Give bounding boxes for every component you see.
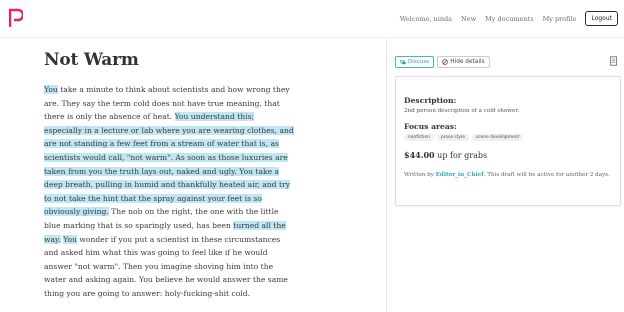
chat-bubbles-icon (400, 59, 406, 64)
top-navbar: Welcome, ninda New My documents My profi… (0, 0, 624, 38)
side-toolbar: Discuss Hide details (395, 56, 490, 68)
highlighted-text[interactable]: You understand this; especially in a lec… (44, 112, 294, 217)
highlighted-text[interactable]: You (63, 234, 77, 244)
document-icon[interactable] (609, 56, 618, 66)
column-divider (386, 38, 387, 312)
article-text: wonder if you put a scientist in these c… (44, 234, 288, 298)
author-link[interactable]: Editor_in_Chief (436, 172, 484, 178)
nav-my-documents-link[interactable]: My documents (485, 15, 533, 23)
nav-my-profile-link[interactable]: My profile (543, 15, 577, 23)
bounty-suffix: up for grabs (434, 151, 488, 160)
discuss-label: Discuss (408, 59, 430, 65)
hide-details-label: Hide details (450, 59, 485, 65)
article: Not Warm You take a minute to think abou… (44, 50, 294, 301)
hide-details-button[interactable]: Hide details (437, 56, 490, 68)
description-text: 2nd person description of a cold shower. (404, 108, 520, 114)
focus-tags: nonfiction prose style scene development (404, 134, 612, 141)
focus-tag[interactable]: scene development (471, 134, 524, 141)
focus-tag[interactable]: prose style (436, 134, 469, 141)
brand-logo-icon[interactable] (9, 8, 23, 28)
nav-new-link[interactable]: New (461, 15, 476, 23)
article-title: Not Warm (44, 50, 139, 70)
discuss-button[interactable]: Discuss (395, 56, 435, 68)
written-by: Written by Editor_in_Chief. This draft w… (404, 171, 612, 179)
bounty: $44.00 up for grabs (404, 150, 612, 160)
nav-links: Welcome, ninda New My documents My profi… (400, 11, 618, 26)
description-label: Description: (404, 96, 457, 105)
highlighted-text[interactable]: You (44, 85, 58, 94)
logout-button[interactable]: Logout (585, 11, 618, 26)
focus-areas-label: Focus areas: (404, 122, 457, 131)
focus-tag[interactable]: nonfiction (404, 134, 434, 141)
written-prefix: Written by (404, 172, 436, 178)
welcome-text: Welcome, ninda (399, 14, 453, 23)
no-sign-icon (442, 59, 448, 65)
article-body[interactable]: You take a minute to think about scienti… (44, 83, 294, 301)
written-suffix: . This draft will be active for another … (483, 172, 610, 178)
bounty-amount: $44.00 (404, 150, 435, 160)
details-panel: Description: 2nd person description of a… (395, 76, 621, 206)
